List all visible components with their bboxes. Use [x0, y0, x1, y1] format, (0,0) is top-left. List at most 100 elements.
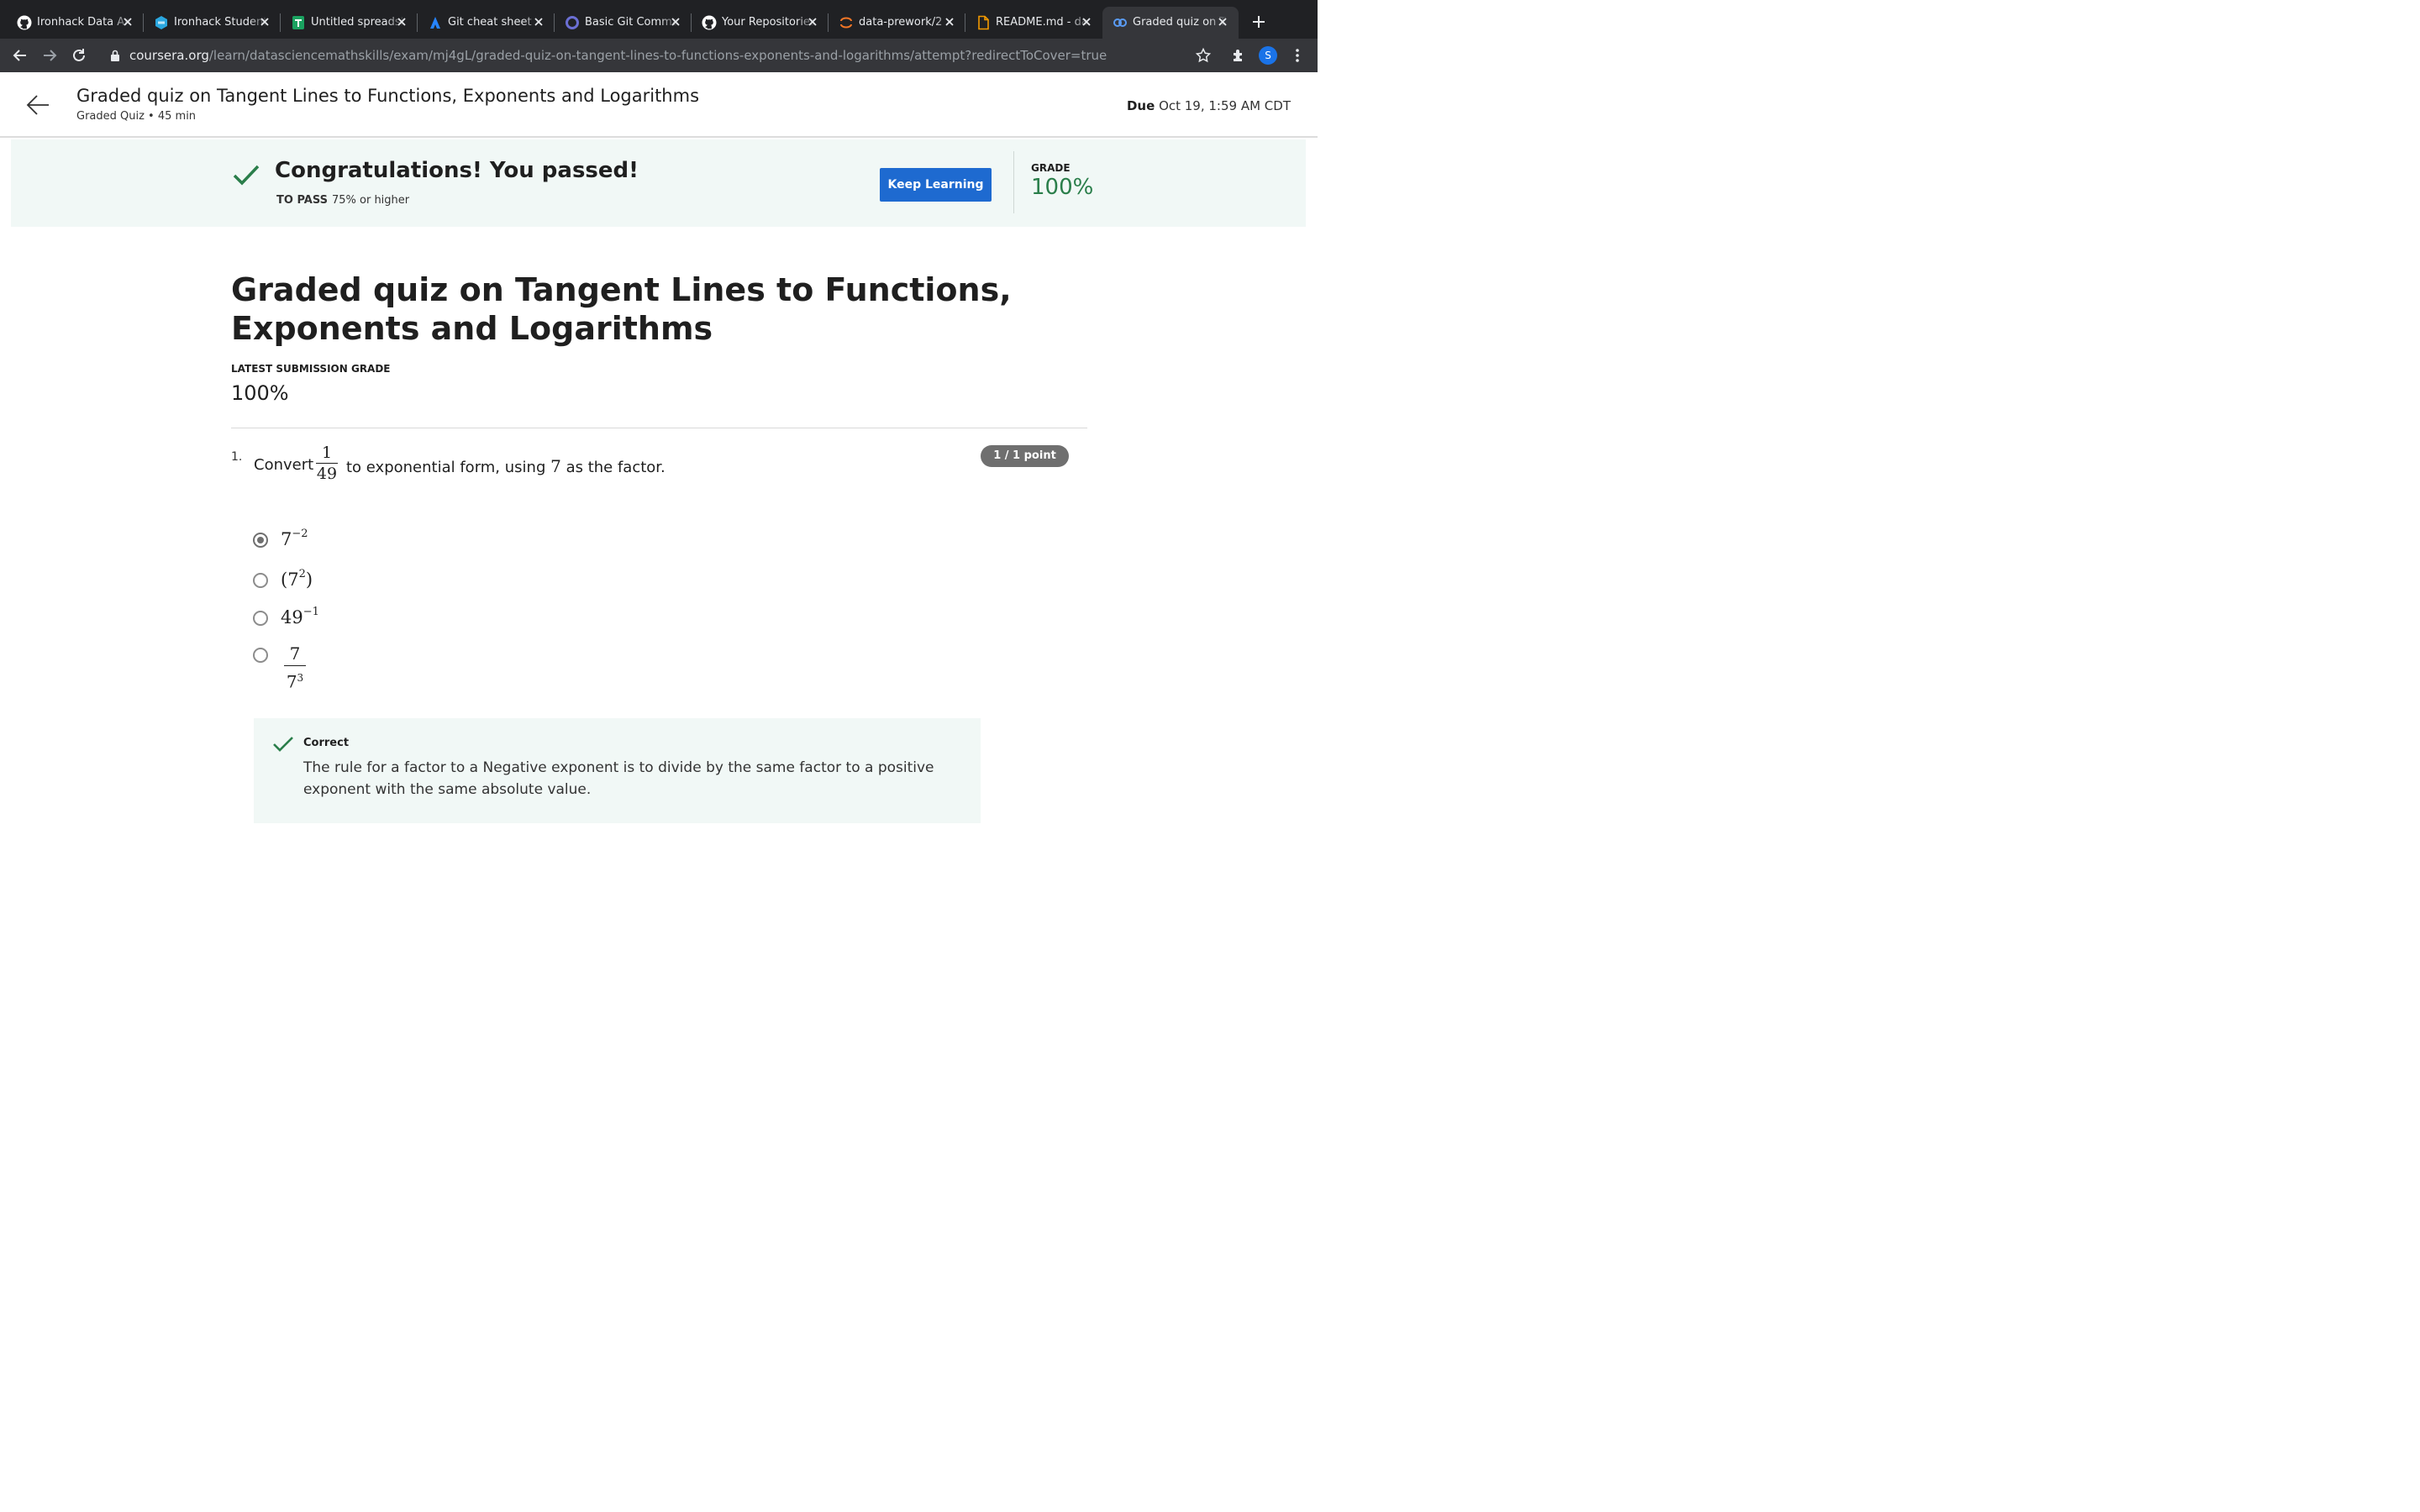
option-label[interactable]: 49−1 — [281, 606, 319, 627]
github-icon — [17, 15, 32, 30]
profile-avatar[interactable]: S — [1259, 46, 1277, 65]
checkmark-icon — [233, 165, 260, 186]
option-base: (7 — [281, 570, 299, 590]
close-icon[interactable] — [120, 14, 135, 29]
browser-toolbar: coursera.org/learn/datasciencemathskills… — [0, 39, 1318, 72]
option-exponent: −1 — [302, 606, 319, 618]
fraction-numerator: 1 — [321, 444, 333, 462]
divider — [1013, 151, 1014, 213]
fraction-numerator: 7 — [289, 643, 301, 664]
option-label-fraction[interactable]: 7 73 — [284, 643, 306, 693]
feedback-text: The rule for a factor to a Negative expo… — [303, 759, 934, 798]
atlassian-icon — [430, 17, 440, 29]
browser-tab-label: Your Repositories — [722, 16, 816, 29]
address-bar[interactable]: coursera.org/learn/datasciencemathskills… — [97, 43, 1223, 68]
browser-tab[interactable]: Your Repositories — [692, 7, 829, 39]
option-base: 49 — [281, 607, 303, 627]
option-radio-selected[interactable] — [253, 533, 268, 548]
browser-tab-label: Ironhack Student Portal — [174, 16, 268, 29]
keep-learning-button[interactable]: Keep Learning — [880, 168, 992, 202]
question-text-end: to exponential form, using 7 as the fact… — [346, 456, 666, 476]
github-icon — [702, 15, 717, 30]
browser-tab-strip: Ironhack Data Analytics Ironhack Student… — [0, 0, 1318, 39]
coursera-icon — [1113, 18, 1127, 27]
back-arrow-icon[interactable] — [25, 94, 50, 116]
forward-arrow-icon[interactable] — [41, 47, 58, 64]
option-exponent: 3 — [297, 672, 304, 684]
to-pass-label: TO PASS — [276, 194, 328, 207]
fraction-denominator: 49 — [316, 465, 338, 483]
browser-tab[interactable]: data-prework/2 — [829, 7, 965, 39]
browser-tab-label: data-prework/2 — [859, 16, 943, 29]
option-label[interactable]: (72) — [281, 568, 313, 590]
option-label[interactable]: 7−2 — [281, 528, 308, 549]
document-icon — [978, 15, 989, 30]
points-badge: 1 / 1 point — [981, 445, 1069, 467]
option-radio[interactable] — [253, 648, 268, 663]
option-base: 7 — [281, 529, 292, 549]
close-icon[interactable] — [531, 14, 546, 29]
option-exponent: 2 — [298, 568, 306, 580]
to-pass-value: 75% or higher — [331, 194, 410, 207]
due-label: Due — [1126, 98, 1155, 113]
option-exponent: −2 — [292, 528, 308, 540]
header-subtitle: Graded Quiz • 45 min — [76, 110, 197, 123]
back-arrow-icon[interactable] — [12, 47, 29, 64]
close-icon[interactable] — [257, 14, 272, 29]
close-icon[interactable] — [805, 14, 820, 29]
option-radio[interactable] — [253, 573, 268, 588]
question-factor: 7 — [550, 456, 561, 476]
browser-tab-label: Git cheat sheet — [448, 16, 532, 29]
browser-tab[interactable]: Ironhack Student Portal — [144, 7, 281, 39]
to-pass: TO PASS 75% or higher — [276, 194, 409, 207]
option-base: 7 — [286, 671, 297, 692]
header-title: Graded quiz on Tangent Lines to Function… — [76, 86, 700, 106]
feedback-title: Correct — [303, 737, 350, 749]
browser-tab-label: Untitled spreadsheet — [311, 16, 405, 29]
browser-tab[interactable]: Ironhack Data Analytics — [7, 7, 144, 39]
browser-tab[interactable]: Git cheat sheet — [418, 7, 555, 39]
page-title: Graded quiz on Tangent Lines to Function… — [231, 271, 1012, 347]
browser-tab[interactable]: Basic Git Commands — [555, 7, 692, 39]
option-close-paren: ) — [305, 570, 313, 590]
browser-tab-label: Graded quiz on Tangent — [1133, 16, 1227, 29]
option-radio[interactable] — [253, 611, 268, 626]
ring-icon — [566, 16, 579, 29]
latest-grade-label: LATEST SUBMISSION GRADE — [231, 363, 391, 375]
browser-tab-active[interactable]: Graded quiz on Tangent — [1102, 7, 1239, 39]
extensions-icon[interactable] — [1230, 47, 1247, 64]
feedback-box: Correct The rule for a factor to a Negat… — [254, 718, 981, 823]
question-number: 1. — [231, 450, 243, 464]
quiz-header: Graded quiz on Tangent Lines to Function… — [0, 72, 1318, 138]
due-date: Due Oct 19, 1:59 AM CDT — [1127, 98, 1291, 113]
question-fraction: 1 49 — [316, 443, 338, 484]
question-text-part: to exponential form, using — [346, 459, 546, 476]
close-icon[interactable] — [1215, 14, 1230, 29]
grade-label: GRADE — [1031, 162, 1071, 174]
new-tab-icon[interactable] — [1250, 13, 1267, 30]
jupyter-icon — [840, 17, 852, 29]
close-icon[interactable] — [942, 14, 957, 29]
page-root: Ironhack Data Analytics Ironhack Student… — [0, 0, 1318, 823]
browser-tab-label: Basic Git Commands — [585, 16, 679, 29]
close-icon[interactable] — [394, 14, 409, 29]
ironhack-icon — [155, 16, 167, 29]
url-domain: coursera.org — [129, 48, 209, 63]
question-text-start: Convert — [254, 456, 314, 474]
due-value: Oct 19, 1:59 AM CDT — [1159, 98, 1291, 113]
browser-tab[interactable]: README.md - data — [965, 7, 1102, 39]
url-path: /learn/datasciencemathskills/exam/mj4gL/… — [208, 48, 1107, 63]
menu-kebab-icon[interactable] — [1291, 47, 1304, 64]
bookmark-star-icon[interactable] — [1195, 47, 1212, 64]
grade-value: 100% — [1031, 175, 1094, 200]
fraction-bar — [284, 665, 306, 666]
checkmark-icon — [273, 737, 293, 752]
close-icon[interactable] — [668, 14, 683, 29]
lock-icon — [111, 50, 119, 61]
browser-tab[interactable]: Untitled spreadsheet — [281, 7, 418, 39]
reload-icon[interactable] — [71, 47, 87, 64]
question-text-part: as the factor. — [566, 459, 666, 476]
sheets-icon — [292, 16, 304, 29]
close-icon[interactable] — [1079, 14, 1094, 29]
pass-message: Congratulations! You passed! — [275, 158, 639, 183]
